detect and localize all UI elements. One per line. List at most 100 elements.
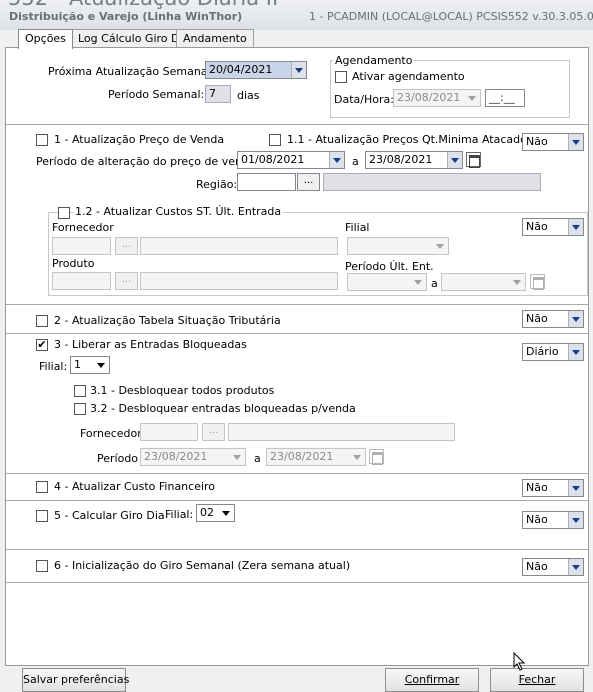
giro-semanal-label: 6 - Inicialização do Giro Semanal (Zera … — [54, 559, 351, 572]
agendamento-time-input[interactable]: __:__ — [485, 89, 525, 107]
s5-filial-label: Filial: — [165, 508, 194, 521]
s5-combo-value: Não — [526, 513, 548, 526]
dias-label: dias — [237, 89, 260, 102]
tab-andamento[interactable]: Andamento — [176, 29, 254, 48]
periodo-from-value: 01/08/2021 — [241, 153, 305, 166]
chevron-down-icon — [411, 274, 426, 290]
prox-atualizacao-value: 20/04/2021 — [209, 63, 273, 76]
custo-financeiro-checkbox[interactable] — [36, 481, 48, 493]
regiao-desc-field — [323, 173, 541, 191]
s5-filial-combo[interactable]: 02 — [196, 504, 235, 522]
regiao-code-input[interactable] — [237, 173, 296, 191]
calendar-icon[interactable] — [530, 274, 545, 290]
s1-combo-value: Não — [526, 135, 548, 148]
custos-st-checkbox[interactable] — [58, 207, 70, 219]
chevron-down-icon[interactable] — [568, 134, 583, 150]
liberar-entradas-checkbox[interactable]: ✔ — [36, 339, 48, 351]
periodo-alteracao-label: Período de alteração do preço de venda: — [36, 155, 260, 168]
giro-semanal-checkbox[interactable] — [36, 560, 48, 572]
periodo-from-date[interactable]: 01/08/2021 — [237, 151, 345, 169]
chevron-down-icon — [433, 238, 448, 254]
ativar-agendamento-checkbox[interactable] — [335, 71, 347, 83]
precos-qt-minima-checkbox[interactable] — [269, 134, 281, 146]
chevron-down-icon[interactable] — [568, 480, 583, 496]
window-title: 552 - Atualização Diária II — [8, 0, 278, 10]
s12-fornecedor-desc — [140, 237, 338, 255]
s1-combo[interactable]: Não — [522, 133, 584, 151]
periodo-semanal-input[interactable]: 7 — [205, 85, 231, 103]
s5-combo[interactable]: Não — [522, 511, 584, 529]
desbloquear-todos-checkbox[interactable] — [74, 385, 86, 397]
chevron-down-icon — [230, 449, 245, 465]
s12-periodo-from[interactable] — [347, 273, 427, 291]
salvar-preferencias-button[interactable]: Salvar preferências — [22, 668, 129, 692]
s3-fornecedor-search[interactable]: ... — [202, 423, 225, 441]
agendamento-date[interactable]: 23/08/2021 — [393, 89, 481, 107]
s2-combo[interactable]: Não — [522, 310, 584, 328]
s3-periodo-from-value: 23/08/2021 — [144, 450, 208, 463]
confirmar-label: Confirmar — [404, 673, 460, 686]
s12-produto-desc — [140, 272, 338, 290]
chevron-down-icon[interactable] — [291, 62, 306, 78]
calendar-icon[interactable] — [369, 449, 384, 465]
desbloquear-entradas-checkbox[interactable] — [74, 403, 86, 415]
giro-dia-checkbox[interactable] — [36, 510, 48, 522]
desbloquear-entradas-label: 3.2 - Desbloquear entradas bloqueadas p/… — [90, 402, 356, 415]
divider — [6, 124, 588, 125]
s12-produto-code[interactable] — [52, 272, 111, 290]
s12-fornecedor-label: Fornecedor — [52, 221, 114, 234]
desbloquear-todos-label: 3.1 - Desbloquear todos produtos — [90, 384, 275, 397]
agendamento-title: Agendamento — [333, 54, 415, 67]
s12-filial-label: Filial — [345, 221, 370, 234]
calendar-icon[interactable] — [466, 152, 481, 168]
s3-filial-combo[interactable]: 1 — [70, 356, 110, 374]
chevron-down-icon[interactable] — [219, 505, 234, 521]
chevron-down-icon[interactable] — [94, 357, 109, 373]
s3-combo[interactable]: Diário — [522, 343, 584, 361]
s3-fornecedor-code[interactable] — [140, 423, 198, 441]
s12-fornecedor-search[interactable]: ... — [115, 237, 138, 255]
chevron-down-icon[interactable] — [568, 311, 583, 327]
periodo-semanal-label: Período Semanal: — [108, 88, 205, 101]
divider — [6, 473, 588, 474]
situacao-tributaria-checkbox[interactable] — [36, 315, 48, 327]
regiao-label: Região: — [196, 178, 238, 191]
s12-produto-search[interactable]: ... — [115, 272, 138, 290]
s4-combo-value: Não — [526, 481, 548, 494]
s6-combo-value: Não — [526, 560, 548, 573]
liberar-entradas-label: 3 - Liberar as Entradas Bloqueadas — [54, 338, 247, 351]
prox-atualizacao-label: Próxima Atualização Semanal: — [48, 65, 215, 78]
atualizacao-preco-label: 1 - Atualização Preço de Venda — [54, 133, 225, 146]
chevron-down-icon[interactable] — [447, 152, 462, 168]
chevron-down-icon — [350, 449, 365, 465]
atualizacao-preco-checkbox[interactable] — [36, 134, 48, 146]
s3-combo-value: Diário — [526, 345, 559, 358]
chevron-down-icon[interactable] — [329, 152, 344, 168]
window-subtitle: Distribuição e Varejo (Linha WinThor) — [9, 10, 243, 23]
chevron-down-icon[interactable] — [568, 219, 583, 235]
fechar-button[interactable]: Fechar — [490, 668, 584, 692]
mouse-cursor-icon — [513, 652, 526, 671]
s12-fornecedor-code[interactable] — [52, 237, 111, 255]
tab-opcoes[interactable]: Opções — [18, 29, 73, 49]
prox-atualizacao-date[interactable]: 20/04/2021 — [205, 61, 307, 79]
chevron-down-icon[interactable] — [568, 344, 583, 360]
data-hora-label: Data/Hora: — [334, 93, 394, 106]
window-header: 552 - Atualização Diária II Distribuição… — [0, 0, 593, 30]
chevron-down-icon[interactable] — [568, 512, 583, 528]
s12-combo[interactable]: Não — [522, 218, 584, 236]
confirmar-button[interactable]: Confirmar — [385, 668, 479, 692]
s3-filial-label: Filial: — [39, 360, 68, 373]
regiao-search-button[interactable]: ... — [297, 173, 320, 191]
s6-combo[interactable]: Não — [522, 558, 584, 576]
s3-periodo-from[interactable]: 23/08/2021 — [140, 448, 246, 466]
s12-filial-combo[interactable] — [347, 237, 449, 255]
s3-periodo-to[interactable]: 23/08/2021 — [266, 448, 366, 466]
periodo-to-date[interactable]: 23/08/2021 — [365, 151, 463, 169]
divider — [6, 333, 588, 334]
s3-periodo-label: Período — [97, 452, 139, 465]
s4-combo[interactable]: Não — [522, 479, 584, 497]
s12-periodo-to[interactable] — [441, 273, 526, 291]
s12-a-label: a — [431, 277, 438, 290]
chevron-down-icon[interactable] — [568, 559, 583, 575]
